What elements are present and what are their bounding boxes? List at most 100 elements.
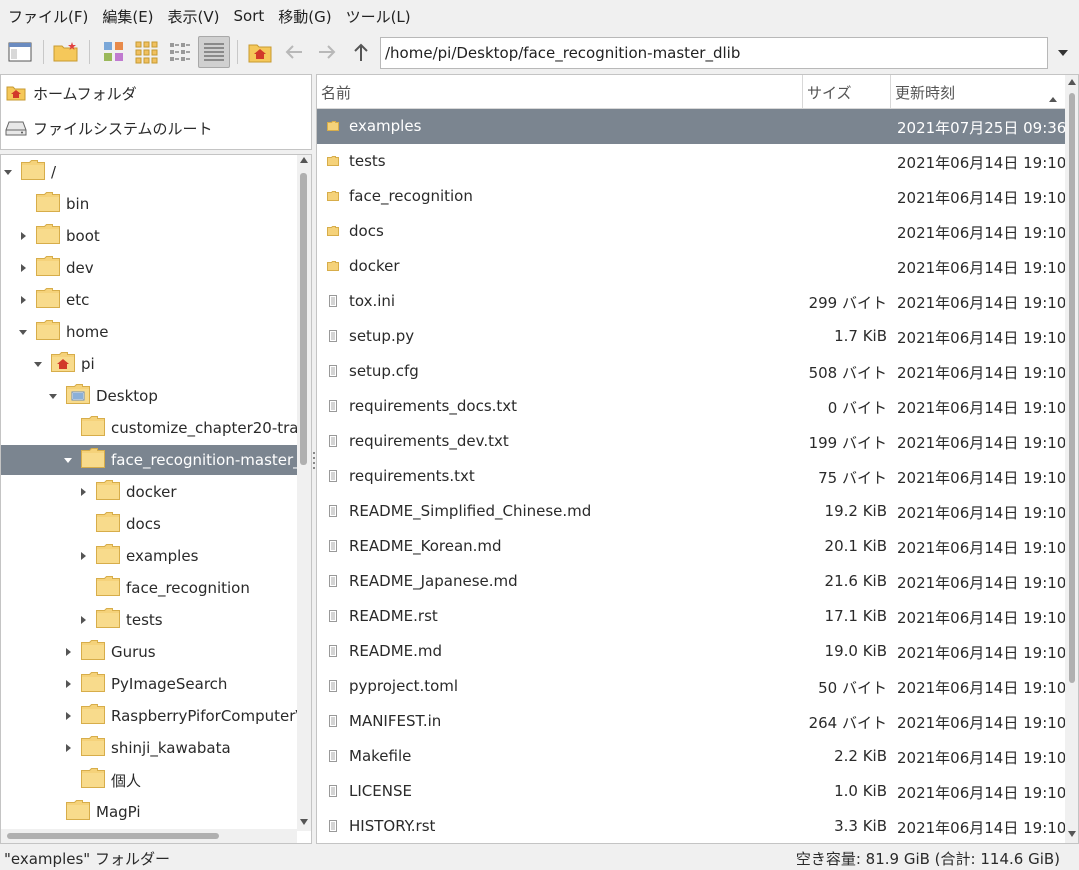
file-row[interactable]: Makefile 2.2 KiB 2021年06月14日 19:10 <box>317 739 1066 774</box>
expander-closed-icon[interactable] <box>76 485 90 499</box>
thumbnail-view-icon[interactable] <box>131 36 163 68</box>
detailed-list-view-icon[interactable] <box>198 36 230 68</box>
file-row[interactable]: README.md 19.0 KiB 2021年06月14日 19:10 <box>317 634 1067 669</box>
file-modified: 2021年06月14日 19:10 <box>897 399 1067 417</box>
status-disk-space: 空き容量: 81.9 GiB (合計: 114.6 GiB) <box>795 850 1060 868</box>
tree-item[interactable]: 個人 <box>1 765 297 795</box>
tree-item[interactable]: PyImageSearch <box>1 669 297 699</box>
file-row[interactable]: LICENSE 1.0 KiB 2021年06月14日 19:10 <box>317 774 1067 809</box>
expander-open-icon[interactable] <box>46 389 60 403</box>
expander-closed-icon[interactable] <box>61 741 75 755</box>
folder-icon <box>96 511 120 537</box>
expander-open-icon[interactable] <box>61 453 75 467</box>
file-row[interactable]: tests 2021年06月14日 19:10 <box>317 144 1066 179</box>
tree-item[interactable]: / <box>1 157 297 187</box>
expander-open-icon[interactable] <box>16 325 30 339</box>
tree-item[interactable]: pi <box>1 349 297 379</box>
expander-open-icon[interactable] <box>1 165 15 179</box>
back-arrow-icon[interactable] <box>278 36 310 68</box>
expander-closed-icon[interactable] <box>61 677 75 691</box>
file-list-vertical-scrollbar[interactable] <box>1065 75 1078 843</box>
tree-item[interactable]: face_recognition-master_dlib <box>1 445 297 475</box>
file-row[interactable]: requirements.txt 75 バイト 2021年06月14日 19:10 <box>317 459 1066 494</box>
file-name: Makefile <box>349 747 412 765</box>
file-modified: 2021年06月14日 19:10 <box>897 329 1067 347</box>
tree-item[interactable]: customize_chapter20-traffic <box>1 413 297 443</box>
path-input[interactable]: /home/pi/Desktop/face_recognition-master… <box>380 37 1048 69</box>
file-modified: 2021年06月14日 19:10 <box>897 784 1067 802</box>
file-row[interactable]: README_Japanese.md 21.6 KiB 2021年06月14日 19… <box>317 564 1066 599</box>
tree-vertical-scrollbar[interactable] <box>297 155 311 831</box>
place-root[interactable]: ファイルシステムのルート <box>5 114 213 142</box>
menu-sort[interactable]: Sort <box>234 7 265 25</box>
expander-open-icon[interactable] <box>31 357 45 371</box>
file-name: pyproject.toml <box>349 677 459 695</box>
up-arrow-icon[interactable] <box>345 36 377 68</box>
file-row[interactable]: setup.cfg 508 バイト 2021年06月14日 19:10 <box>317 354 1066 389</box>
file-row[interactable]: pyproject.toml 50 バイト 2021年06月14日 19:10 <box>317 669 1066 704</box>
file-row[interactable]: tox.ini 299 バイト 2021年06月14日 19:10 <box>317 284 1066 319</box>
tree-item[interactable]: home <box>1 317 297 347</box>
file-row[interactable]: requirements_docs.txt 0 バイト 2021年06月14日 19… <box>317 389 1067 424</box>
new-window-icon[interactable] <box>4 36 36 68</box>
column-modified[interactable]: 更新時刻 <box>891 75 1065 109</box>
file-row[interactable]: README_Simplified_Chinese.md 19.2 KiB 2021… <box>317 494 1066 529</box>
file-icon <box>327 714 339 728</box>
icon-view-icon[interactable] <box>98 36 130 68</box>
menu-edit[interactable]: 編集(E) <box>102 6 153 27</box>
tree-item[interactable]: docs <box>1 509 297 539</box>
file-modified: 2021年06月14日 19:10 <box>897 644 1067 662</box>
tree-item[interactable]: shinji_kawabata <box>1 733 297 763</box>
forward-arrow-icon[interactable] <box>311 36 343 68</box>
tree-item[interactable]: tests <box>1 605 297 635</box>
expander-closed-icon[interactable] <box>61 645 75 659</box>
tree-item[interactable]: examples <box>1 541 297 571</box>
tree-item[interactable]: RaspberryPiforComputerVision <box>1 701 297 731</box>
expander-closed-icon[interactable] <box>16 229 30 243</box>
compact-view-icon[interactable] <box>164 36 196 68</box>
tree-item[interactable]: MagPi <box>1 797 297 827</box>
tree-item[interactable]: dev <box>1 253 297 283</box>
expander-closed-icon[interactable] <box>16 293 30 307</box>
menu-go[interactable]: 移動(G) <box>278 6 331 27</box>
tree-item[interactable]: boot <box>1 221 297 251</box>
folder-icon <box>81 415 105 441</box>
menu-tools[interactable]: ツール(L) <box>346 6 411 27</box>
menu-view[interactable]: 表示(V) <box>168 6 220 27</box>
file-row[interactable]: examples 2021年07月25日 09:36 <box>317 109 1066 144</box>
file-row[interactable]: README_Korean.md 20.1 KiB 2021年06月14日 19:1… <box>317 529 1066 564</box>
home-icon[interactable] <box>244 36 276 68</box>
tree-item[interactable]: bin <box>1 189 297 219</box>
file-row[interactable]: setup.py 1.7 KiB 2021年06月14日 19:10 <box>317 319 1067 354</box>
tree-item[interactable]: Desktop <box>1 381 297 411</box>
chevron-down-icon[interactable] <box>1052 37 1074 69</box>
expander-closed-icon[interactable] <box>76 549 90 563</box>
tree-item[interactable]: etc <box>1 285 297 315</box>
expander-closed-icon[interactable] <box>16 261 30 275</box>
menu-file[interactable]: ファイル(F) <box>8 6 88 27</box>
file-row[interactable]: HISTORY.rst 3.3 KiB 2021年06月14日 19:10 <box>317 809 1066 843</box>
file-row[interactable]: docker 2021年06月14日 19:10 <box>317 249 1067 284</box>
file-row[interactable]: MANIFEST.in 264 バイト 2021年06月14日 19:10 <box>317 704 1066 739</box>
column-name[interactable]: 名前 <box>317 75 803 109</box>
expander-closed-icon[interactable] <box>61 709 75 723</box>
tree-item[interactable]: face_recognition <box>1 573 297 603</box>
tree-item[interactable]: docker <box>1 477 297 507</box>
file-row[interactable]: face_recognition 2021年06月14日 19:10 <box>317 179 1066 214</box>
file-row[interactable]: docs 2021年06月14日 19:10 <box>317 214 1066 249</box>
tree-item[interactable]: Gurus <box>1 637 297 667</box>
menubar: ファイル(F) 編集(E) 表示(V) Sort 移動(G) ツール(L) <box>0 0 1079 32</box>
file-row[interactable]: requirements_dev.txt 199 バイト 2021年06月14日 1… <box>317 424 1066 459</box>
tree-horizontal-scrollbar[interactable] <box>1 829 297 843</box>
tree-item-label: pi <box>81 355 95 373</box>
place-home[interactable]: ホームフォルダ <box>5 79 137 107</box>
expander-closed-icon[interactable] <box>76 613 90 627</box>
column-size[interactable]: サイズ <box>803 75 891 109</box>
folder-icon <box>327 119 339 133</box>
tree-item-label: RaspberryPiforComputerVision <box>111 707 297 725</box>
tree-item-label: / <box>51 163 57 181</box>
file-modified: 2021年06月14日 19:10 <box>897 259 1067 277</box>
file-row[interactable]: README.rst 17.1 KiB 2021年06月14日 19:10 <box>317 599 1066 634</box>
new-folder-icon[interactable] <box>50 36 82 68</box>
folder-icon <box>36 255 60 281</box>
